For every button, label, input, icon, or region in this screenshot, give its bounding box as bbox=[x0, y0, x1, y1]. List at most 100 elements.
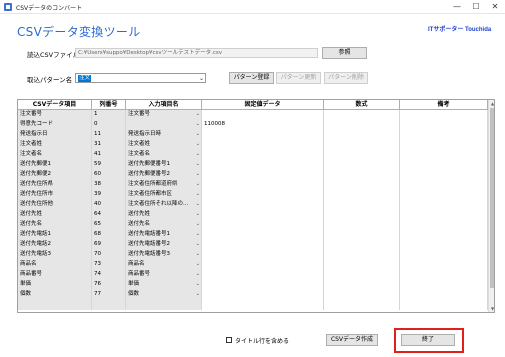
formula-cell[interactable] bbox=[324, 240, 400, 250]
formula-cell[interactable] bbox=[324, 260, 400, 270]
note-cell[interactable] bbox=[400, 230, 488, 240]
chevron-down-icon[interactable]: ⌄ bbox=[196, 220, 200, 229]
chevron-down-icon[interactable]: ⌄ bbox=[196, 160, 200, 169]
chevron-down-icon[interactable]: ⌄ bbox=[196, 120, 200, 129]
scroll-thumb[interactable] bbox=[490, 108, 494, 288]
formula-cell[interactable] bbox=[324, 110, 400, 120]
chevron-down-icon[interactable]: ⌄ bbox=[196, 230, 200, 239]
column-number-cell[interactable]: 74 bbox=[92, 270, 126, 280]
input-item-cell[interactable]: 商品番号 ⌄ bbox=[126, 270, 202, 280]
fixed-value-cell[interactable] bbox=[202, 270, 324, 280]
chevron-down-icon[interactable]: ⌄ bbox=[196, 150, 200, 159]
note-cell[interactable] bbox=[400, 220, 488, 230]
csv-item-cell[interactable]: 送付先電話2 bbox=[18, 240, 92, 250]
chevron-down-icon[interactable]: ⌄ bbox=[196, 210, 200, 219]
formula-cell[interactable] bbox=[324, 230, 400, 240]
note-cell[interactable] bbox=[400, 200, 488, 210]
fixed-value-cell[interactable] bbox=[202, 250, 324, 260]
note-cell[interactable] bbox=[400, 120, 488, 130]
formula-cell[interactable] bbox=[324, 150, 400, 160]
note-cell[interactable] bbox=[400, 290, 488, 300]
column-number-cell[interactable]: 40 bbox=[92, 200, 126, 210]
csv-item-cell[interactable]: 個数 bbox=[18, 290, 92, 300]
scroll-down-icon[interactable]: ▼ bbox=[489, 305, 494, 312]
chevron-down-icon[interactable]: ⌄ bbox=[196, 110, 200, 119]
input-item-cell[interactable]: 送付先名 ⌄ bbox=[126, 220, 202, 230]
column-number-cell[interactable]: 77 bbox=[92, 290, 126, 300]
formula-cell[interactable] bbox=[324, 200, 400, 210]
column-number-cell[interactable]: 59 bbox=[92, 160, 126, 170]
fixed-value-cell[interactable] bbox=[202, 300, 324, 310]
csv-file-path-field[interactable]: C:¥Users¥suppo¥Desktop¥csvツールテストデータ.csv bbox=[75, 48, 318, 58]
formula-cell[interactable] bbox=[324, 180, 400, 190]
input-item-cell[interactable]: 単価 ⌄ bbox=[126, 280, 202, 290]
formula-cell[interactable] bbox=[324, 130, 400, 140]
chevron-down-icon[interactable]: ⌄ bbox=[196, 250, 200, 259]
column-number-cell[interactable]: 76 bbox=[92, 280, 126, 290]
note-cell[interactable] bbox=[400, 150, 488, 160]
fixed-value-cell[interactable] bbox=[202, 220, 324, 230]
input-item-cell[interactable]: 送付先電話番号2 ⌄ bbox=[126, 240, 202, 250]
csv-item-cell[interactable]: 送付先電話3 bbox=[18, 250, 92, 260]
fixed-value-cell[interactable] bbox=[202, 290, 324, 300]
column-number-cell[interactable]: 70 bbox=[92, 250, 126, 260]
fixed-value-cell[interactable] bbox=[202, 240, 324, 250]
note-cell[interactable] bbox=[400, 110, 488, 120]
input-item-cell[interactable]: 注文者姓 ⌄ bbox=[126, 140, 202, 150]
maximize-icon[interactable]: ☐ bbox=[466, 0, 486, 14]
column-number-cell[interactable]: 60 bbox=[92, 170, 126, 180]
csv-create-button[interactable]: CSVデータ作成 bbox=[326, 334, 378, 346]
browse-button[interactable]: 参照 bbox=[322, 47, 367, 59]
note-cell[interactable] bbox=[400, 170, 488, 180]
fixed-value-cell[interactable] bbox=[202, 280, 324, 290]
note-cell[interactable] bbox=[400, 140, 488, 150]
input-item-cell[interactable]: 送付先郵便番号1 ⌄ bbox=[126, 160, 202, 170]
minimize-icon[interactable]: — bbox=[447, 0, 467, 14]
grid-header-cell[interactable]: 入力項目名 bbox=[126, 100, 202, 110]
formula-cell[interactable] bbox=[324, 210, 400, 220]
column-number-cell[interactable]: 69 bbox=[92, 240, 126, 250]
input-item-cell[interactable]: 商品名 ⌄ bbox=[126, 260, 202, 270]
note-cell[interactable] bbox=[400, 300, 488, 310]
fixed-value-cell[interactable]: 110008 bbox=[202, 120, 324, 130]
pattern-delete-button[interactable]: パターン削除 bbox=[324, 72, 368, 84]
pattern-register-button[interactable]: パターン登録 bbox=[229, 72, 274, 84]
csv-item-cell[interactable]: 送付先郵便1 bbox=[18, 160, 92, 170]
scroll-up-icon[interactable]: ▲ bbox=[489, 100, 494, 107]
csv-item-cell[interactable]: 商品番号 bbox=[18, 270, 92, 280]
fixed-value-cell[interactable] bbox=[202, 200, 324, 210]
fixed-value-cell[interactable] bbox=[202, 110, 324, 120]
chevron-down-icon[interactable]: ⌄ bbox=[196, 140, 200, 149]
column-number-cell[interactable]: 0 bbox=[92, 120, 126, 130]
fixed-value-cell[interactable] bbox=[202, 210, 324, 220]
grid-header-cell[interactable]: 固定値データ bbox=[202, 100, 324, 110]
csv-item-cell[interactable]: 送付先郵便2 bbox=[18, 170, 92, 180]
formula-cell[interactable] bbox=[324, 250, 400, 260]
note-cell[interactable] bbox=[400, 260, 488, 270]
fixed-value-cell[interactable] bbox=[202, 160, 324, 170]
csv-item-cell[interactable] bbox=[18, 300, 92, 310]
input-item-cell[interactable]: 注文者住所それ以降の... ⌄ bbox=[126, 200, 202, 210]
grid-header-cell[interactable]: 備考 bbox=[400, 100, 488, 110]
fixed-value-cell[interactable] bbox=[202, 130, 324, 140]
input-item-cell[interactable]: 送付先姓 ⌄ bbox=[126, 210, 202, 220]
chevron-down-icon[interactable]: ⌄ bbox=[196, 240, 200, 249]
note-cell[interactable] bbox=[400, 240, 488, 250]
fixed-value-cell[interactable] bbox=[202, 260, 324, 270]
formula-cell[interactable] bbox=[324, 300, 400, 310]
fixed-value-cell[interactable] bbox=[202, 150, 324, 160]
fixed-value-cell[interactable] bbox=[202, 170, 324, 180]
fixed-value-cell[interactable] bbox=[202, 190, 324, 200]
close-icon[interactable]: ✕ bbox=[485, 0, 505, 14]
csv-item-cell[interactable]: 送付先住所県 bbox=[18, 180, 92, 190]
formula-cell[interactable] bbox=[324, 190, 400, 200]
input-item-cell[interactable]: 注文者名 ⌄ bbox=[126, 150, 202, 160]
chevron-down-icon[interactable]: ⌄ bbox=[199, 74, 204, 83]
formula-cell[interactable] bbox=[324, 120, 400, 130]
grid-header-cell[interactable]: 列番号 bbox=[92, 100, 126, 110]
chevron-down-icon[interactable]: ⌄ bbox=[196, 290, 200, 299]
note-cell[interactable] bbox=[400, 250, 488, 260]
note-cell[interactable] bbox=[400, 210, 488, 220]
column-number-cell[interactable]: 65 bbox=[92, 220, 126, 230]
grid-header-cell[interactable]: CSVデータ項目 bbox=[18, 100, 92, 110]
